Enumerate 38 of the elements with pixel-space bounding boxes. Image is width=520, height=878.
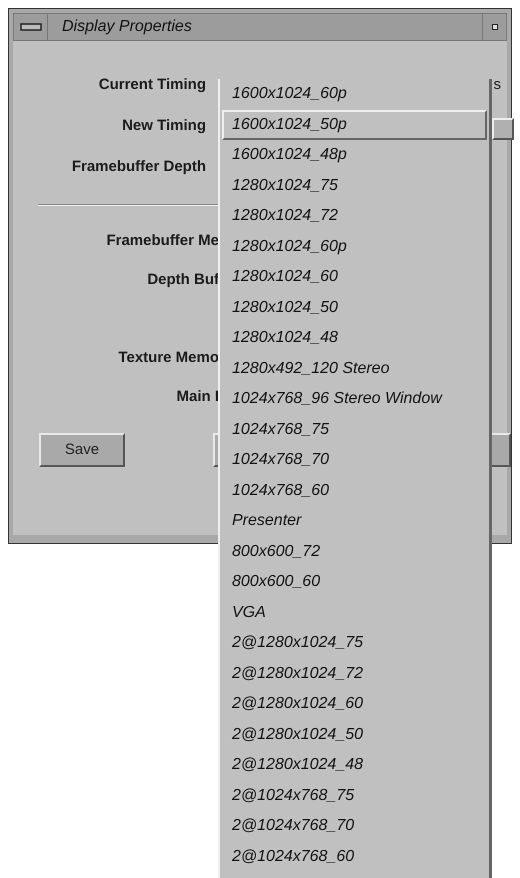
field-label: Current Timing [98,75,206,96]
menu-item[interactable]: 2@1024x768_60 [222,842,487,872]
menu-item[interactable]: 1024x768_60 [222,476,487,506]
menu-item[interactable]: 1600x1024_50p [222,110,487,140]
menu-item[interactable]: 1280x1024_50 [222,292,487,323]
menu-item[interactable]: 1280x1024_60 [222,262,487,292]
field-value: s [494,75,501,96]
menu-item[interactable]: 1600x1024_48p [222,140,487,170]
menu-item[interactable]: 1024x768_70 [222,445,487,476]
menu-item[interactable]: 800x600_72 [222,536,487,567]
menu-item[interactable]: 2@1024x768_70 [222,811,487,842]
menu-item[interactable]: 1280x492_120 Stereo [222,354,487,384]
field-label: Main I [175,387,219,408]
window-title: Display Properties [61,17,193,37]
field-label: Framebuffer Me [105,231,219,252]
menu-item[interactable]: 2@1280x1024_48 [222,750,487,780]
menu-item[interactable]: 1280x1024_75 [222,170,487,201]
menu-item[interactable]: 1280x1024_72 [222,201,487,232]
menu-item[interactable]: 2@1280x1024_50 [222,720,487,750]
menu-item[interactable]: 1600x1024_60p [222,79,487,110]
bar-icon [20,23,42,31]
menu-item[interactable]: Presenter [222,506,487,536]
field-label: Texture Memo [117,348,219,368]
menu-item[interactable]: 2@1280x1024_75 [222,628,487,658]
field-label: Framebuffer Depth [70,157,206,178]
menu-item[interactable]: 1024x768_96 Stereo Window [222,384,487,414]
menu-item[interactable]: 2@1280x1024_60 [222,689,487,720]
save-button[interactable]: Save [39,433,125,467]
menu-item[interactable]: 1280x1024_60p [222,232,487,262]
field-label: Depth Buf [146,270,219,290]
option-menu-button[interactable] [492,118,514,140]
menu-item[interactable]: 2@1280x1024_72 [222,658,487,689]
field-label: New Timing [121,116,206,136]
menu-item[interactable]: 1280x1024_48 [222,323,487,354]
menu-item[interactable]: 2@1024x768_75 [222,780,487,811]
menu-item[interactable]: 800x600_60 [222,567,487,598]
menu-item[interactable]: VGA [222,598,487,628]
menu-item[interactable]: 1024x768_75 [222,414,487,445]
